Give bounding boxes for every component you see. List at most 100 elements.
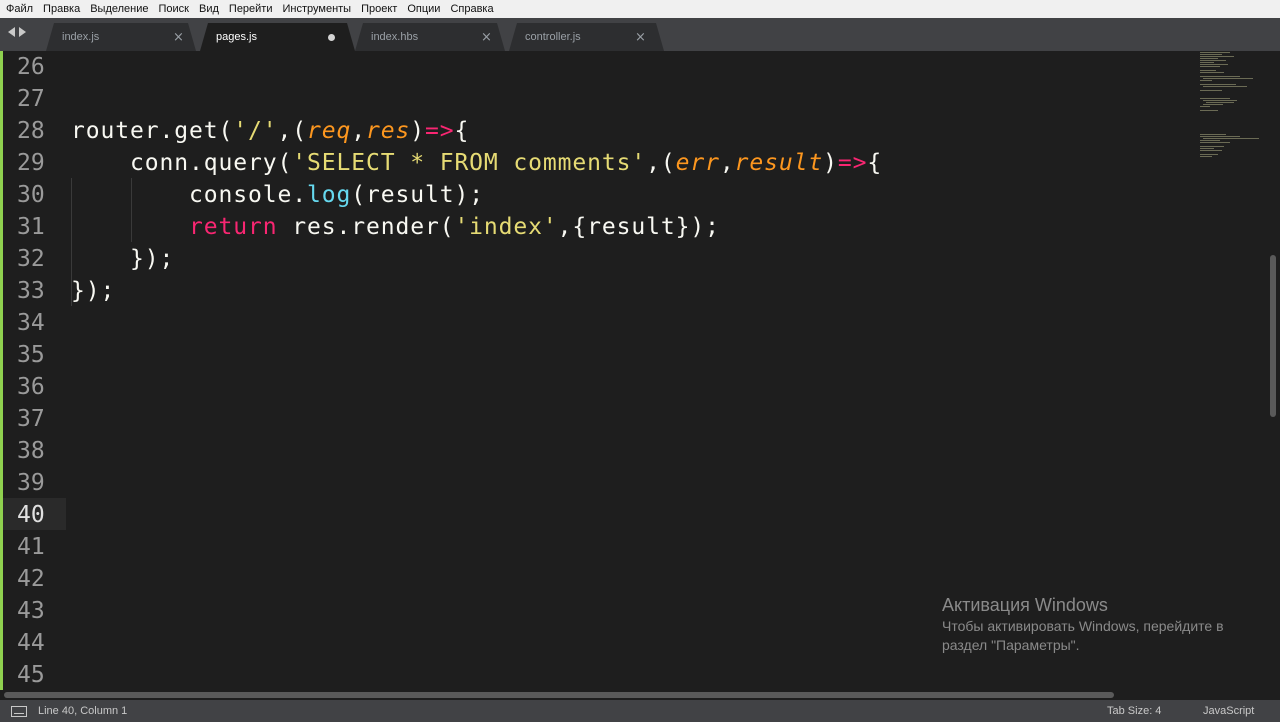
tab-size[interactable]: Tab Size: 4 — [1107, 700, 1161, 722]
minimap-line — [1200, 84, 1236, 85]
line-number-label: 36 — [17, 374, 45, 400]
minimap-line — [1200, 70, 1216, 71]
minimap-line — [1200, 148, 1214, 149]
indent-guide — [131, 178, 132, 242]
code-token: '/' — [233, 118, 278, 144]
minimap-line — [1200, 52, 1230, 53]
line-number: 38 — [0, 435, 66, 467]
git-change-marker — [0, 371, 3, 403]
line-number-label: 40 — [17, 502, 45, 528]
line-number: 40 — [0, 499, 66, 531]
menu-item[interactable]: Инструменты — [278, 0, 357, 18]
menu-item[interactable]: Поиск — [154, 0, 194, 18]
line-number: 36 — [0, 371, 66, 403]
minimap-line — [1200, 56, 1234, 57]
horizontal-scrollbar[interactable] — [0, 690, 1268, 700]
code-line[interactable]: conn.query('SELECT * FROM comments',(err… — [71, 147, 882, 179]
tab-pages-js[interactable]: pages.js — [200, 23, 355, 51]
horizontal-scrollbar-thumb[interactable] — [4, 692, 1114, 698]
line-number: 29 — [0, 147, 66, 179]
tab-index-hbs[interactable]: index.hbs × — [355, 23, 505, 51]
minimap-line — [1200, 134, 1226, 135]
minimap-line — [1203, 100, 1237, 101]
line-number: 33 — [0, 275, 66, 307]
watermark-line: раздел "Параметры". — [942, 637, 1080, 653]
code-token: (result); — [351, 182, 484, 208]
line-number: 28 — [0, 115, 66, 147]
line-number: 39 — [0, 467, 66, 499]
code-token: , — [351, 118, 366, 144]
code-token: ,( — [646, 150, 676, 176]
menu-item[interactable]: Выделение — [85, 0, 153, 18]
line-number: 44 — [0, 627, 66, 659]
line-number-label: 30 — [17, 182, 45, 208]
minimap-line — [1200, 90, 1222, 91]
git-change-marker — [0, 499, 3, 531]
menu-item[interactable]: Перейти — [224, 0, 278, 18]
minimap-line — [1200, 156, 1212, 157]
modified-dot-icon[interactable] — [328, 34, 335, 41]
code-token: conn.query( — [71, 150, 293, 176]
menu-item[interactable]: Файл — [1, 0, 38, 18]
line-number: 32 — [0, 243, 66, 275]
line-number: 43 — [0, 595, 66, 627]
line-number: 42 — [0, 563, 66, 595]
code-line[interactable]: }); — [71, 275, 115, 307]
line-number: 31 — [0, 211, 66, 243]
menu-bar: Файл Правка Выделение Поиск Вид Перейти Инстру… — [0, 0, 1280, 18]
git-change-marker — [0, 531, 3, 563]
windows-activation-watermark: Активация Windows Чтобы активировать Win… — [942, 593, 1224, 655]
line-number-label: 43 — [17, 598, 45, 624]
code-token: router.get( — [71, 118, 234, 144]
menu-item[interactable]: Справка — [445, 0, 498, 18]
tab-controller-js[interactable]: controller.js × — [509, 23, 664, 51]
cursor-position[interactable]: Line 40, Column 1 — [38, 700, 127, 722]
menu-item[interactable]: Правка — [38, 0, 85, 18]
code-line[interactable]: }); — [71, 243, 174, 275]
minimap-line — [1203, 78, 1253, 79]
indent-guide — [71, 178, 72, 306]
panel-toggle-icon[interactable] — [11, 706, 27, 717]
menu-item[interactable]: Опции — [402, 0, 445, 18]
code-line[interactable]: return res.render('index',{result}); — [71, 211, 720, 243]
tab-index-js[interactable]: index.js × — [46, 23, 196, 51]
menu-item[interactable]: Вид — [194, 0, 224, 18]
close-icon[interactable]: × — [481, 30, 492, 45]
line-number: 37 — [0, 403, 66, 435]
line-number-label: 45 — [17, 662, 45, 688]
line-number-label: 42 — [17, 566, 45, 592]
git-change-marker — [0, 563, 3, 595]
git-change-marker — [0, 275, 3, 307]
minimap-line — [1200, 58, 1218, 59]
minimap-line — [1203, 104, 1223, 105]
minimap-line — [1200, 72, 1224, 73]
git-change-marker — [0, 627, 3, 659]
line-number-label: 39 — [17, 470, 45, 496]
menu-item[interactable]: Проект — [356, 0, 402, 18]
code-token: log — [306, 182, 352, 208]
minimap-line — [1200, 154, 1218, 155]
close-icon[interactable]: × — [173, 30, 184, 45]
line-number-label: 29 — [17, 150, 45, 176]
code-token: 'SELECT * FROM comments' — [292, 150, 647, 176]
line-number-label: 34 — [17, 310, 45, 336]
arrow-right-icon[interactable] — [19, 27, 26, 37]
code-line[interactable]: console.log(result); — [71, 179, 484, 211]
tab-label: controller.js — [525, 31, 581, 43]
code-token: ,( — [277, 118, 307, 144]
code-line[interactable]: router.get('/',(req,res)=>{ — [71, 115, 469, 147]
tab-label: pages.js — [216, 31, 257, 43]
tab-nav-arrows — [8, 27, 26, 37]
minimap-line — [1200, 98, 1230, 99]
git-change-marker — [0, 467, 3, 499]
code-token: => — [424, 118, 455, 144]
line-number-label: 44 — [17, 630, 45, 656]
status-bar: Line 40, Column 1 Tab Size: 4 JavaScript — [0, 700, 1280, 722]
code-token: { — [867, 150, 883, 176]
close-icon[interactable]: × — [635, 30, 646, 45]
syntax-mode[interactable]: JavaScript — [1203, 700, 1254, 722]
git-change-marker — [0, 339, 3, 371]
vertical-scrollbar-thumb[interactable] — [1270, 255, 1276, 417]
code-token: return — [188, 214, 278, 240]
arrow-left-icon[interactable] — [8, 27, 15, 37]
